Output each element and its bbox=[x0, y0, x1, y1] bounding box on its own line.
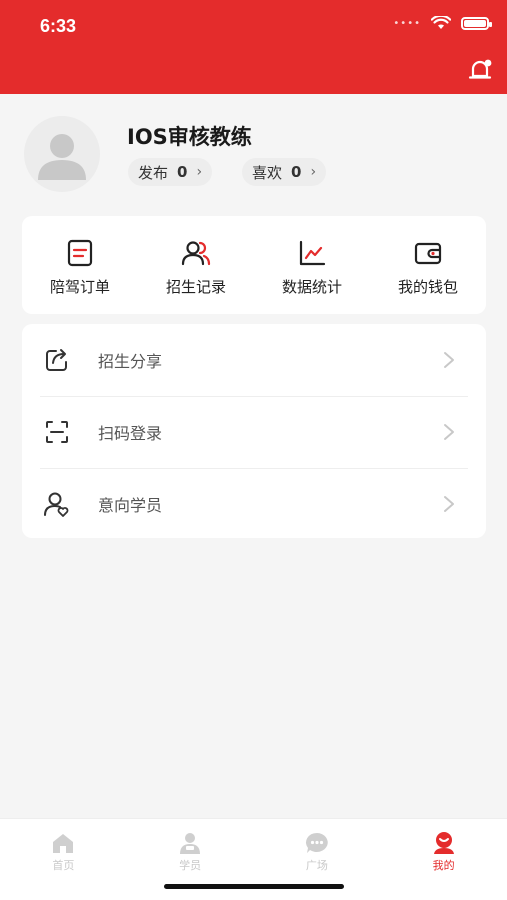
users-icon bbox=[181, 241, 211, 266]
tab-label: 首页 bbox=[52, 859, 75, 872]
tab-home[interactable]: 首页 bbox=[0, 819, 127, 900]
menu-item-scan-login[interactable]: 扫码登录 bbox=[22, 396, 486, 468]
scan-icon bbox=[46, 421, 68, 443]
likes-pill[interactable]: 喜欢 0 › bbox=[242, 158, 327, 186]
menu-item-label: 扫码登录 bbox=[98, 424, 163, 443]
menu-item-label: 意向学员 bbox=[98, 496, 163, 515]
menu-item-recruit-share[interactable]: 招生分享 bbox=[22, 324, 486, 396]
chevron-right-icon bbox=[444, 424, 454, 440]
tab-label: 学员 bbox=[179, 859, 202, 872]
wallet-icon bbox=[414, 242, 442, 265]
username: IOS审核教练 bbox=[127, 125, 252, 149]
status-icons: •••• bbox=[393, 16, 492, 30]
chevron-right-icon bbox=[444, 496, 454, 512]
publish-label: 发布 bbox=[138, 163, 169, 182]
likes-label: 喜欢 bbox=[252, 163, 283, 182]
profile-section: IOS审核教练 发布 0 › 喜欢 0 › bbox=[0, 94, 507, 214]
home-indicator bbox=[164, 884, 344, 889]
shortcut-wallet[interactable]: 我的钱包 bbox=[370, 216, 486, 314]
status-time: 6:33 bbox=[40, 16, 77, 36]
order-icon bbox=[67, 239, 93, 267]
tab-mine[interactable]: 我的 bbox=[380, 819, 507, 900]
status-bar: 6:33 •••• bbox=[0, 0, 507, 50]
shortcut-statistics[interactable]: 数据统计 bbox=[254, 216, 370, 314]
menu-item-prospective-students[interactable]: 意向学员 bbox=[22, 468, 486, 540]
chart-icon bbox=[299, 240, 326, 266]
shortcut-label: 数据统计 bbox=[281, 278, 342, 296]
chevron-right-icon: › bbox=[196, 164, 203, 180]
home-icon bbox=[53, 834, 74, 853]
chat-icon bbox=[305, 832, 328, 853]
tab-label: 广场 bbox=[305, 859, 328, 872]
shortcut-recruit-records[interactable]: 招生记录 bbox=[138, 216, 254, 314]
shortcut-card: 陪驾订单 招生记录 数据统计 我的钱包 bbox=[22, 216, 486, 314]
shortcut-label: 陪驾订单 bbox=[49, 278, 110, 296]
menu-card: 招生分享 扫码登录 意向学员 bbox=[22, 324, 486, 538]
signal-icon: •••• bbox=[393, 17, 421, 29]
default-avatar-icon bbox=[38, 134, 86, 180]
menu-item-label: 招生分享 bbox=[98, 352, 163, 371]
battery-icon bbox=[461, 16, 492, 30]
chevron-right-icon bbox=[444, 352, 454, 368]
shortcut-label: 招生记录 bbox=[165, 278, 226, 296]
publish-pill[interactable]: 发布 0 › bbox=[128, 158, 213, 186]
likes-count: 0 bbox=[291, 163, 302, 181]
publish-count: 0 bbox=[177, 163, 188, 181]
chevron-right-icon: › bbox=[310, 164, 317, 180]
tab-label: 我的 bbox=[432, 859, 455, 872]
wifi-icon bbox=[431, 16, 451, 29]
shortcut-orders[interactable]: 陪驾订单 bbox=[22, 216, 138, 314]
profile-tab-icon bbox=[433, 832, 454, 854]
battery-level bbox=[464, 19, 486, 27]
share-icon bbox=[46, 349, 67, 371]
shortcut-label: 我的钱包 bbox=[397, 278, 458, 296]
notification-bell-icon[interactable] bbox=[467, 58, 493, 84]
student-icon bbox=[44, 492, 69, 517]
student-tab-icon bbox=[180, 833, 201, 854]
header bbox=[0, 50, 507, 94]
avatar[interactable] bbox=[24, 116, 100, 192]
